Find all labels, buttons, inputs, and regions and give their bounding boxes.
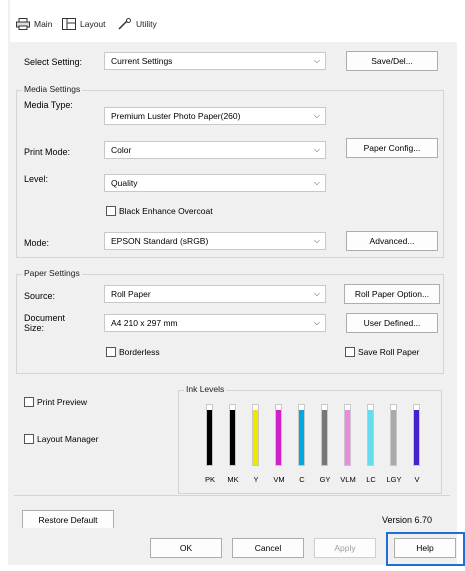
checkbox-box[interactable]: [345, 347, 355, 357]
tab-utility-label: Utility: [136, 19, 157, 29]
ink-fill-gy: [322, 409, 327, 465]
checkbox-box[interactable]: [24, 397, 34, 407]
ink-label-mk: MK: [227, 475, 239, 484]
black-enhance-label: Black Enhance Overcoat: [119, 206, 213, 216]
print-mode-value: Color: [111, 145, 132, 155]
level-value: Quality: [111, 178, 138, 188]
ink-tank-lc: [367, 404, 374, 466]
black-enhance-checkbox[interactable]: Black Enhance Overcoat: [106, 206, 213, 216]
layout-icon: [62, 18, 76, 30]
chevron-down-icon: ⌵: [313, 111, 320, 120]
tab-main[interactable]: Main: [16, 16, 52, 32]
ink-fill-c: [299, 409, 304, 465]
select-setting-value: Current Settings: [111, 56, 173, 66]
paper-config-button[interactable]: Paper Config...: [346, 138, 438, 158]
document-size-label-line2: Size:: [24, 323, 45, 333]
ink-label-gy: GY: [319, 475, 331, 484]
source-label: Source:: [24, 291, 56, 301]
document-size-value: A4 210 x 297 mm: [111, 318, 178, 328]
ink-label-v: V: [414, 475, 420, 484]
borderless-label: Borderless: [119, 347, 160, 357]
ink-levels-title: Ink Levels: [184, 384, 227, 394]
chevron-down-icon: ⌵: [313, 178, 320, 187]
source-dropdown[interactable]: Roll Paper ⌵: [104, 285, 326, 303]
print-preview-checkbox[interactable]: Print Preview: [24, 397, 87, 407]
ink-tank-y: [252, 404, 259, 466]
checkbox-box[interactable]: [24, 434, 34, 444]
tab-utility[interactable]: Utility: [118, 16, 157, 32]
print-mode-label: Print Mode:: [24, 147, 71, 157]
ink-label-lc: LC: [366, 475, 376, 484]
chevron-down-icon: ⌵: [313, 145, 320, 154]
ink-label-vlm: VLM: [340, 475, 356, 484]
advanced-button[interactable]: Advanced...: [346, 231, 438, 251]
ink-tank-vm: [275, 404, 282, 466]
cancel-button[interactable]: Cancel: [232, 538, 304, 558]
ink-tank-mk: [229, 404, 236, 466]
ink-fill-vm: [276, 409, 281, 465]
ink-label-pk: PK: [204, 475, 215, 484]
chevron-down-icon: ⌵: [313, 56, 320, 65]
restore-default-button[interactable]: Restore Default: [22, 510, 114, 530]
ok-button[interactable]: OK: [150, 538, 222, 558]
user-defined-button[interactable]: User Defined...: [346, 313, 438, 333]
ink-tank-pk: [206, 404, 213, 466]
media-settings-title: Media Settings: [22, 84, 83, 94]
print-preview-label: Print Preview: [37, 397, 88, 407]
ink-tank-v: [413, 404, 420, 466]
roll-paper-option-button[interactable]: Roll Paper Option...: [344, 284, 440, 304]
chevron-down-icon: ⌵: [313, 236, 320, 245]
paper-settings-title: Paper Settings: [22, 268, 82, 278]
ink-fill-y: [253, 409, 258, 465]
ink-fill-lc: [368, 409, 373, 465]
tab-main-label: Main: [34, 19, 53, 29]
wrench-icon: [118, 18, 131, 30]
tab-layout-label: Layout: [80, 19, 106, 29]
mode-value: EPSON Standard (sRGB): [111, 236, 209, 246]
ink-label-y: Y: [253, 475, 259, 484]
checkbox-box[interactable]: [106, 347, 116, 357]
ink-tank-lgy: [390, 404, 397, 466]
source-value: Roll Paper: [111, 289, 151, 299]
save-del-button[interactable]: Save/Del...: [346, 51, 438, 71]
save-roll-paper-label: Save Roll Paper: [358, 347, 420, 357]
tab-layout[interactable]: Layout: [62, 16, 106, 32]
document-size-label-line1: Document: [24, 313, 66, 323]
chevron-down-icon: ⌵: [313, 318, 320, 327]
borderless-checkbox[interactable]: Borderless: [106, 347, 160, 357]
ink-label-vm: VM: [273, 475, 285, 484]
printer-icon: [16, 18, 30, 30]
help-button[interactable]: Help: [394, 538, 456, 558]
level-label: Level:: [24, 174, 49, 184]
ink-tank-c: [298, 404, 305, 466]
print-mode-dropdown[interactable]: Color ⌵: [104, 141, 326, 159]
ink-fill-vlm: [345, 409, 350, 465]
document-size-dropdown[interactable]: A4 210 x 297 mm ⌵: [104, 314, 326, 332]
layout-manager-label: Layout Manager: [37, 434, 99, 444]
chevron-down-icon: ⌵: [313, 289, 320, 298]
ink-fill-mk: [230, 409, 235, 465]
ink-fill-lgy: [391, 409, 396, 465]
ink-fill-pk: [207, 409, 212, 465]
media-type-label: Media Type:: [24, 100, 73, 110]
level-dropdown[interactable]: Quality ⌵: [104, 174, 326, 192]
select-setting-label: Select Setting:: [24, 57, 83, 67]
media-type-value: Premium Luster Photo Paper(260): [111, 111, 241, 121]
mode-label: Mode:: [24, 238, 50, 248]
media-type-dropdown[interactable]: Premium Luster Photo Paper(260) ⌵: [104, 107, 326, 125]
divider: [14, 495, 450, 496]
tab-bar: Main Layout Utility: [10, 0, 457, 42]
select-setting-dropdown[interactable]: Current Settings ⌵: [104, 52, 326, 70]
save-roll-paper-checkbox[interactable]: Save Roll Paper: [345, 347, 419, 357]
checkbox-box[interactable]: [106, 206, 116, 216]
ink-tank-gy: [321, 404, 328, 466]
layout-manager-checkbox[interactable]: Layout Manager: [24, 434, 98, 444]
apply-button[interactable]: Apply: [314, 538, 376, 558]
ink-tank-vlm: [344, 404, 351, 466]
ink-fill-v: [414, 409, 419, 465]
mode-dropdown[interactable]: EPSON Standard (sRGB) ⌵: [104, 232, 326, 250]
version-text: Version 6.70: [382, 515, 433, 525]
ink-label-c: C: [299, 475, 305, 484]
ink-label-lgy: LGY: [386, 475, 402, 484]
